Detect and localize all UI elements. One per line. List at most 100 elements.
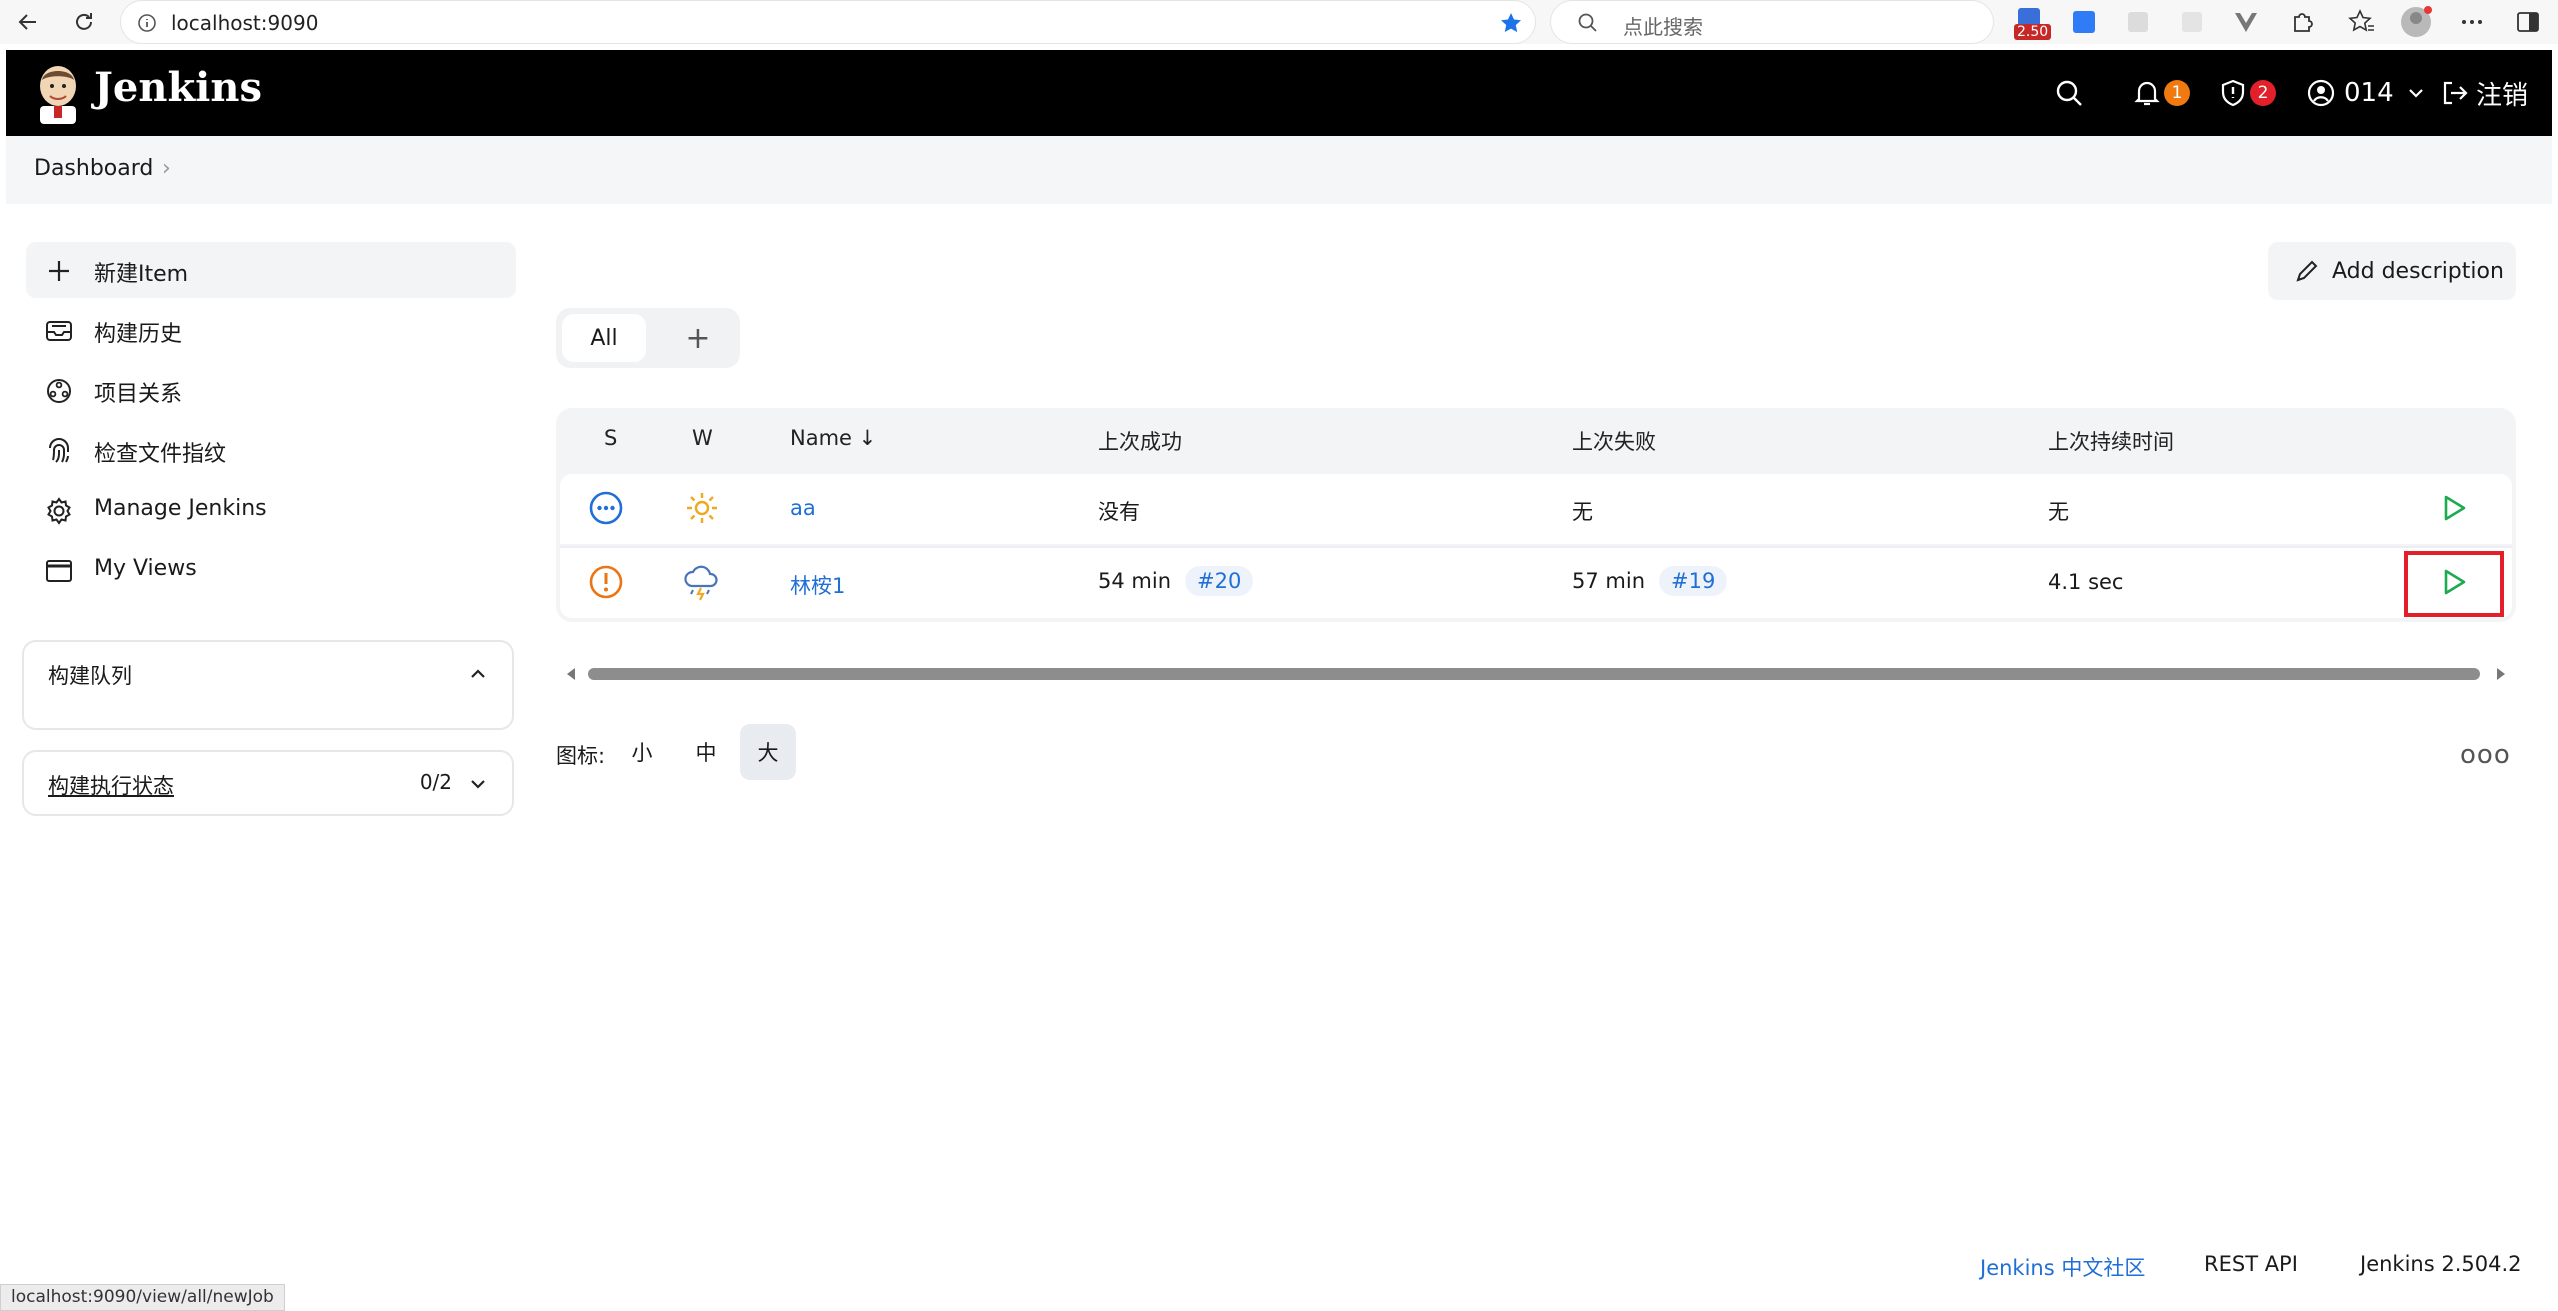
- weather-thunderstorm-icon: [684, 565, 718, 601]
- browser-search-box[interactable]: 点此搜索: [1550, 0, 1994, 44]
- table-row: aa 没有 无 无: [560, 474, 2512, 544]
- plus-icon: [49, 261, 69, 281]
- extensions-button[interactable]: [2286, 6, 2318, 38]
- logout-button[interactable]: 注销: [2440, 70, 2528, 116]
- last-failure-cell: 无: [1572, 500, 1593, 524]
- weather-sunny-icon: [687, 493, 717, 523]
- extension-icon: [2182, 12, 2202, 32]
- icon-size-label: 图标:: [556, 744, 606, 768]
- extension-button-5[interactable]: [2230, 6, 2262, 38]
- notifications-badge: 1: [2164, 80, 2190, 106]
- chevron-right-icon[interactable]: ›: [162, 156, 171, 181]
- last-duration-cell: 4.1 sec: [2048, 570, 2124, 594]
- last-failure-build-link[interactable]: #19: [1659, 566, 1728, 596]
- footer-version-link[interactable]: Jenkins 2.504.2: [2360, 1252, 2522, 1276]
- column-header-last-failure[interactable]: 上次失败: [1572, 426, 1656, 456]
- notifications-button[interactable]: 1: [2132, 70, 2190, 116]
- sidebar-item-label: 检查文件指纹: [94, 442, 227, 467]
- horizontal-scrollbar[interactable]: [556, 662, 2516, 686]
- search-button[interactable]: [2054, 70, 2084, 116]
- add-description-button[interactable]: Add description: [2268, 242, 2516, 300]
- pencil-icon: [2296, 260, 2318, 282]
- browser-search-placeholder: 点此搜索: [1623, 15, 1703, 39]
- build-queue-title[interactable]: 构建队列: [48, 660, 132, 690]
- back-arrow-icon: [18, 14, 36, 30]
- back-button[interactable]: [10, 4, 46, 40]
- sidebar-item-label: My Views: [94, 556, 197, 581]
- username: 014: [2344, 78, 2394, 108]
- bookmark-star-icon[interactable]: [1499, 11, 1523, 35]
- user-icon: [2307, 79, 2335, 107]
- extension-icon: [2073, 11, 2095, 33]
- jenkins-logo-icon[interactable]: [32, 62, 84, 124]
- column-header-last-duration[interactable]: 上次持续时间: [2048, 426, 2174, 456]
- status-unstable-icon: [589, 565, 623, 599]
- extension-badge-button[interactable]: 2.50: [2014, 6, 2052, 40]
- extension-button-3[interactable]: [2122, 6, 2154, 38]
- chevron-up-icon[interactable]: [468, 664, 488, 684]
- footer-community-link[interactable]: Jenkins 中文社区: [1980, 1252, 2145, 1282]
- scroll-right-icon[interactable]: [2494, 666, 2508, 682]
- info-icon[interactable]: [137, 13, 157, 33]
- favorites-button[interactable]: [2346, 6, 2378, 38]
- jenkins-title[interactable]: Jenkins: [94, 64, 262, 111]
- reload-button[interactable]: [66, 4, 102, 40]
- security-button[interactable]: 2: [2218, 70, 2276, 116]
- favorites-star-icon: [2348, 9, 2374, 32]
- profile-avatar-icon: [2401, 6, 2432, 37]
- extension-badge: 2.50: [2014, 24, 2052, 40]
- vue-icon: [2235, 13, 2257, 32]
- browser-menu-button[interactable]: [2456, 6, 2488, 38]
- job-name-link[interactable]: 林桉1: [790, 570, 845, 600]
- job-name-link[interactable]: aa: [790, 496, 816, 520]
- more-dots-icon: [2462, 20, 2482, 24]
- icon-size-medium-button[interactable]: 中: [678, 724, 734, 780]
- extension-button-2[interactable]: [2068, 6, 2100, 38]
- sidebar-item-fingerprint[interactable]: 检查文件指纹: [26, 422, 516, 478]
- shield-icon: [2221, 79, 2245, 107]
- status-not-built-icon: [589, 491, 623, 525]
- build-now-button[interactable]: [2434, 488, 2474, 528]
- last-success-build-link[interactable]: #20: [1185, 566, 1254, 596]
- scrollbar-thumb[interactable]: [588, 668, 2480, 680]
- sidebar-item-project-relationship[interactable]: 项目关系: [26, 362, 516, 418]
- view-tabs: All +: [556, 308, 740, 368]
- sidebar-item-build-history[interactable]: 构建历史: [26, 302, 516, 358]
- user-menu[interactable]: 014: [2306, 70, 2426, 116]
- footer-rest-api-link[interactable]: REST API: [2204, 1252, 2298, 1276]
- security-badge: 2: [2250, 80, 2276, 106]
- sidebar-item-my-views[interactable]: My Views: [26, 542, 516, 598]
- tab-all[interactable]: All: [562, 314, 646, 362]
- executor-status-title[interactable]: 构建执行状态: [48, 770, 174, 800]
- extension-button-4[interactable]: [2176, 6, 2208, 38]
- sidebar-item-new-item[interactable]: 新建Item: [26, 242, 516, 298]
- column-header-status[interactable]: S: [604, 426, 617, 450]
- breadcrumb-dashboard[interactable]: Dashboard: [34, 156, 153, 181]
- last-success-time: 54 min: [1098, 569, 1171, 593]
- relationship-icon: [47, 379, 71, 403]
- column-header-last-success[interactable]: 上次成功: [1098, 426, 1182, 456]
- table-row: 林桉1 54 min #20 57 min #19 4.1 sec: [560, 548, 2512, 618]
- more-options-button[interactable]: ooo: [2460, 740, 2511, 770]
- profile-button[interactable]: [2400, 6, 2432, 38]
- sidebar-toggle-button[interactable]: [2512, 6, 2544, 38]
- add-view-button[interactable]: +: [674, 316, 722, 360]
- column-header-weather[interactable]: W: [692, 426, 713, 450]
- add-description-label: Add description: [2332, 258, 2504, 284]
- last-failure-time: 57 min: [1572, 569, 1645, 593]
- puzzle-icon: [2294, 13, 2313, 32]
- browser-status-url: localhost:9090/view/all/newJob: [0, 1284, 285, 1311]
- chevron-down-icon: [2408, 89, 2423, 98]
- icon-size-large-button[interactable]: 大: [740, 724, 796, 780]
- scroll-left-icon[interactable]: [564, 666, 578, 682]
- column-header-name[interactable]: Name ↓: [790, 426, 876, 450]
- sidebar-item-manage-jenkins[interactable]: Manage Jenkins: [26, 482, 516, 538]
- icon-size-small-button[interactable]: 小: [614, 724, 670, 780]
- chevron-down-icon[interactable]: [468, 774, 488, 794]
- address-bar[interactable]: localhost:9090: [120, 0, 1536, 44]
- last-success-cell: 没有: [1098, 500, 1140, 524]
- last-duration-cell: 无: [2048, 500, 2069, 524]
- build-queue-panel: 构建队列: [22, 640, 514, 730]
- play-icon: [2444, 495, 2466, 521]
- url-text[interactable]: localhost:9090: [171, 11, 318, 35]
